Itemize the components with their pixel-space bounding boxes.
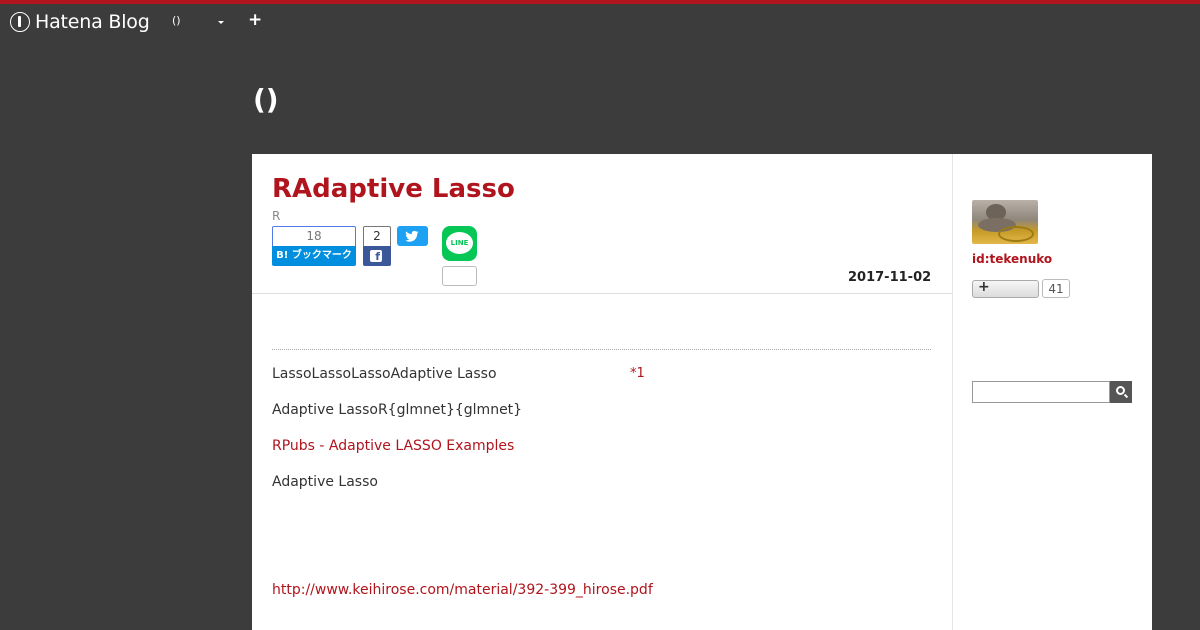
blog-selector[interactable]: (): [172, 14, 181, 27]
new-post-button[interactable]: +: [248, 10, 262, 30]
rpubs-link[interactable]: RPubs - Adaptive LASSO Examples: [272, 438, 514, 454]
hatena-blog-logo[interactable]: Hatena Blog: [10, 11, 150, 33]
avatar[interactable]: [972, 200, 1038, 244]
search-button[interactable]: [1110, 381, 1132, 403]
hatena-pen-icon: [10, 12, 30, 32]
chevron-down-icon[interactable]: [218, 21, 224, 24]
entry-date[interactable]: 2017-11-02: [848, 270, 931, 285]
content-divider: [272, 349, 931, 350]
facebook-share-button[interactable]: 2 f: [363, 226, 391, 266]
user-id-link[interactable]: id:tekenuko: [972, 252, 1052, 266]
entry-header-divider: [252, 293, 952, 294]
facebook-count: 2: [363, 226, 391, 246]
pdf-reference-link[interactable]: http://www.keihirose.com/material/392-39…: [272, 582, 653, 598]
line-icon: LINE: [446, 232, 473, 254]
bookmark-count: 18: [272, 226, 356, 246]
follower-count: 41: [1042, 279, 1070, 298]
entry-article: RAdaptive Lasso R 18 B! ブックマーク 2 f LINE …: [252, 154, 952, 630]
hatena-bookmark-button[interactable]: 18 B! ブックマーク: [272, 226, 356, 266]
search-input[interactable]: [972, 381, 1110, 403]
twitter-share-button[interactable]: [397, 226, 428, 246]
paragraph-adaptive-lasso: Adaptive Lasso: [272, 474, 378, 490]
footnote-link[interactable]: *1: [630, 366, 645, 381]
follow-button[interactable]: +: [972, 279, 1039, 298]
paragraph-glmnet: Adaptive LassoR{glmnet}{glmnet}: [272, 402, 523, 418]
global-header: Hatena Blog () +: [0, 4, 1200, 40]
facebook-label: f: [363, 246, 391, 266]
blog-title[interactable]: (): [253, 83, 279, 116]
line-share-count: [442, 266, 477, 286]
brand-name: Hatena Blog: [35, 11, 150, 33]
line-share-button[interactable]: LINE: [442, 226, 477, 261]
facebook-icon: f: [370, 250, 382, 263]
entry-category[interactable]: R: [272, 209, 280, 223]
plus-icon: +: [978, 279, 990, 295]
twitter-bird-icon: [405, 230, 419, 242]
paragraph-intro: LassoLassoLassoAdaptive Lasso: [272, 366, 497, 382]
sidebar: id:tekenuko + 41: [952, 154, 1152, 630]
entry-title[interactable]: RAdaptive Lasso: [272, 174, 515, 204]
bookmark-label: B! ブックマーク: [272, 246, 356, 266]
